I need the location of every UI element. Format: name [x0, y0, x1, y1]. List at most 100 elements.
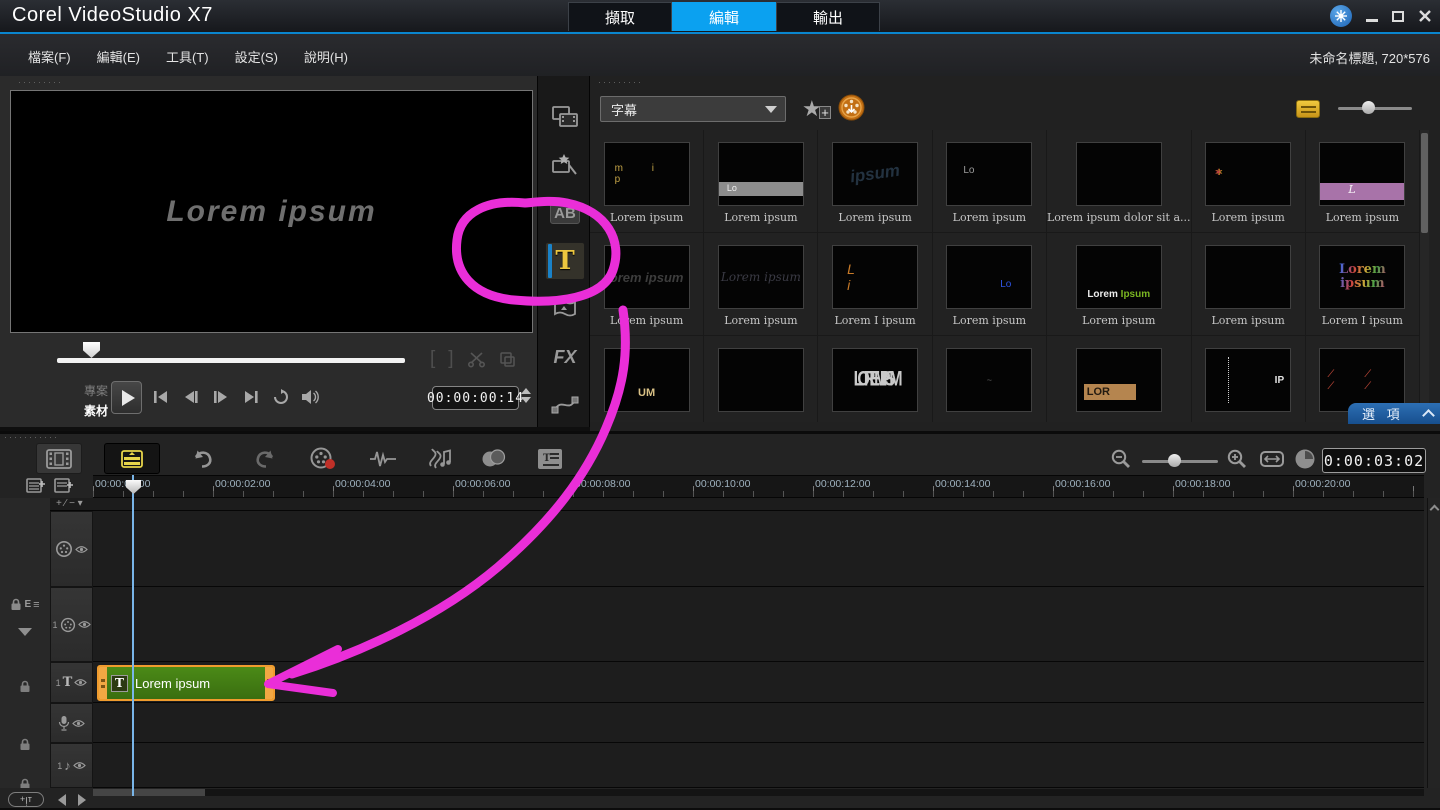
library-item[interactable]: Lorem Ipsum Lorem ipsum: [1046, 233, 1192, 336]
voice-track-button[interactable]: [50, 703, 93, 743]
nav-media-button[interactable]: [545, 98, 585, 136]
menu-settings[interactable]: 設定(S): [235, 47, 278, 66]
spin-down-icon[interactable]: [521, 397, 531, 403]
eye-icon[interactable]: [77, 620, 91, 629]
nav-title-button[interactable]: T: [545, 242, 585, 280]
maximize-icon[interactable]: [1392, 10, 1404, 22]
scrub-thumb[interactable]: [83, 342, 100, 358]
thumbnail-size-slider[interactable]: [1338, 107, 1412, 110]
eye-icon[interactable]: [74, 678, 88, 687]
eye-icon[interactable]: [72, 719, 85, 728]
eye-icon[interactable]: [75, 545, 88, 554]
go-end-icon[interactable]: [240, 386, 261, 408]
title-track-row[interactable]: [93, 662, 1424, 703]
spin-up-icon[interactable]: [521, 388, 531, 394]
library-item[interactable]: L i Lorem I ipsum: [818, 233, 933, 336]
library-item[interactable]: Lo Lorem ipsum: [704, 130, 819, 233]
sound-mixer-button[interactable]: [366, 443, 400, 474]
library-item[interactable]: ∗ Lorem ipsum: [1191, 130, 1306, 233]
scrollbar-thumb[interactable]: [93, 789, 205, 796]
library-item[interactable]: LOREMIPSM: [818, 336, 933, 422]
scroll-up-icon[interactable]: [1429, 504, 1440, 515]
title-track-lock[interactable]: [0, 738, 50, 751]
mode-clip-label[interactable]: 素材: [76, 402, 108, 419]
library-item[interactable]: orem ipsum Lorem ipsum: [590, 233, 705, 336]
scroll-right-icon[interactable]: [78, 794, 86, 806]
volume-icon[interactable]: [300, 386, 321, 408]
help-icon[interactable]: [1330, 5, 1352, 27]
menu-help[interactable]: 說明(H): [304, 47, 348, 66]
close-icon[interactable]: [1418, 9, 1432, 23]
library-item[interactable]: Lorem ipsum dolor sit a...: [1046, 130, 1192, 233]
duration-clock-icon[interactable]: [1292, 443, 1318, 474]
panel-drag-handle[interactable]: ·········: [18, 78, 63, 87]
overlay-track-lock[interactable]: [0, 680, 50, 693]
scrub-bar[interactable]: [57, 358, 405, 363]
menu-edit[interactable]: 編輯(E): [97, 47, 140, 66]
mark-out-icon[interactable]: ]: [448, 348, 453, 370]
zoom-out-button[interactable]: [1108, 443, 1134, 474]
minimize-icon[interactable]: [1366, 18, 1378, 22]
preview-timecode[interactable]: 00:00:00:14: [427, 386, 523, 410]
add-favorite-star-icon[interactable]: ★ +: [802, 96, 831, 122]
add-chapter-button[interactable]: +ꞁ̣ᴛ: [8, 792, 44, 807]
nav-motion-path-button[interactable]: [545, 386, 585, 424]
library-item[interactable]: Lorem ipsum Lorem ipsum: [704, 233, 819, 336]
filter-reel-icon[interactable]: [838, 94, 865, 121]
view-toggle-icon[interactable]: [1296, 100, 1320, 118]
timeline-view-button[interactable]: [104, 443, 160, 474]
prev-frame-icon[interactable]: [180, 386, 201, 408]
timeline-horizontal-scrollbar[interactable]: [93, 789, 1424, 796]
library-item[interactable]: Lorem ipsum Lorem I ipsum: [1305, 233, 1420, 336]
subtitle-editor-button[interactable]: T: [534, 443, 566, 474]
library-item[interactable]: Lorem ipsum: [1191, 233, 1306, 336]
library-item[interactable]: [704, 336, 819, 422]
insert-track-icon[interactable]: [54, 478, 74, 493]
nav-graphic-button[interactable]: [545, 290, 585, 328]
tab-edit[interactable]: 編輯: [672, 2, 776, 31]
gutter-expand-button[interactable]: [0, 628, 50, 636]
nav-instant-project-button[interactable]: [545, 146, 585, 184]
library-item[interactable]: UM: [590, 336, 705, 422]
next-frame-icon[interactable]: [210, 386, 231, 408]
go-start-icon[interactable]: [150, 386, 171, 408]
timecode-spinner[interactable]: [521, 388, 531, 403]
video-track-button[interactable]: [50, 511, 93, 587]
library-item[interactable]: IP: [1191, 336, 1306, 422]
title-track-button[interactable]: 1 T: [50, 662, 93, 703]
ripple-edit-all-toggle[interactable]: E ≡: [0, 598, 50, 611]
nav-filter-button[interactable]: FX: [545, 338, 585, 376]
redo-button[interactable]: [250, 443, 280, 474]
storyboard-view-button[interactable]: [36, 443, 82, 474]
library-item[interactable]: ipsum Lorem ipsum: [818, 130, 933, 233]
repeat-icon[interactable]: [270, 386, 291, 408]
play-button[interactable]: [111, 381, 142, 414]
scrollbar-thumb[interactable]: [1421, 133, 1428, 233]
timeline-timecode[interactable]: 0:00:03:02: [1322, 448, 1426, 473]
library-scrollbar[interactable]: [1420, 130, 1429, 422]
track-manager-icon[interactable]: [26, 478, 46, 493]
music-track-row[interactable]: [93, 743, 1424, 788]
tab-output[interactable]: 輸出: [776, 2, 880, 31]
library-item[interactable]: Lo Lorem ipsum: [932, 130, 1047, 233]
auto-music-button[interactable]: [424, 443, 456, 474]
title-clip[interactable]: T Lorem ipsum: [97, 665, 275, 701]
library-item[interactable]: L Lorem ipsum: [1305, 130, 1420, 233]
overlay-track-button[interactable]: 1: [50, 587, 93, 662]
clip-trim-handle-right[interactable]: [265, 667, 273, 699]
mode-project-label[interactable]: 專案: [76, 382, 108, 399]
thumbnail-size-slider-thumb[interactable]: [1362, 101, 1375, 114]
nav-transition-button[interactable]: AB: [545, 194, 585, 232]
timeline-ruler[interactable]: 00:00:00:00 00:00:02:00 00:00:04:00 00:00:0…: [93, 475, 1424, 498]
video-track-row[interactable]: [93, 511, 1424, 587]
scroll-left-icon[interactable]: [58, 794, 66, 806]
options-button[interactable]: 選 項: [1348, 403, 1440, 424]
menu-tools[interactable]: 工具(T): [166, 47, 209, 66]
eye-icon[interactable]: [72, 761, 86, 770]
undo-button[interactable]: [188, 443, 218, 474]
track-add-tools[interactable]: + ∕ − ▾: [50, 498, 1424, 511]
overlay-track-row[interactable]: [93, 587, 1424, 662]
clip-trim-handle-left[interactable]: [99, 667, 107, 699]
menu-file[interactable]: 檔案(F): [28, 47, 71, 66]
copy-icon[interactable]: [499, 351, 516, 368]
